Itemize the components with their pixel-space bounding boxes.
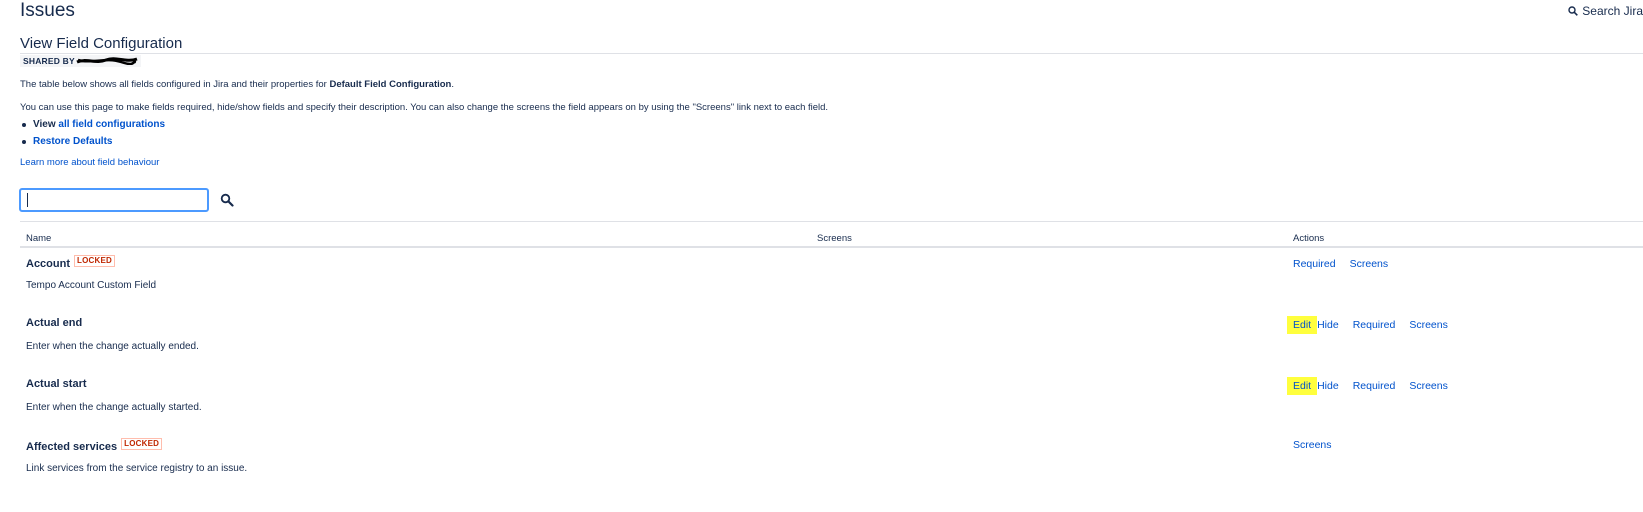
filter-input[interactable] [19,188,209,212]
edit-link[interactable]: Edit [1287,316,1318,334]
text-cursor [27,193,28,207]
edit-link[interactable]: Edit [1287,377,1318,395]
locked-badge: LOCKED [74,255,115,267]
row-actions: Edit Hide Required Screens [1287,316,1462,334]
row-actions: Edit Hide Required Screens [1287,377,1462,395]
screens-link[interactable]: Screens [1350,258,1389,270]
intro-help-text: You can use this page to make fields req… [20,102,829,113]
required-link[interactable]: Required [1353,380,1396,392]
screens-link[interactable]: Screens [1293,439,1332,451]
page-title: Issues [20,0,75,21]
section-title: View Field Configuration [20,35,183,52]
search-jira-label: Search Jira [1582,4,1643,18]
column-header-screens: Screens [817,233,852,244]
field-description: Tempo Account Custom Field [26,280,157,291]
divider [20,53,1643,54]
restore-item: Restore Defaults [20,133,165,150]
header-divider [20,246,1643,248]
redaction-scribble [76,57,138,65]
field-name: Affected services LOCKED [26,438,163,453]
view-all-item: View all field configurations [20,116,165,133]
learn-more-link[interactable]: Learn more about field behaviour [20,157,159,168]
screens-link[interactable]: Screens [1409,319,1448,331]
shared-by-label: SHARED BY [23,56,75,66]
all-field-configurations-link[interactable]: all field configurations [58,119,165,130]
field-name: Account LOCKED [26,255,115,270]
field-name: Actual start [26,378,87,390]
locked-badge: LOCKED [121,438,163,450]
shared-by-badge: SHARED BY [20,55,141,67]
restore-defaults-link[interactable]: Restore Defaults [33,136,112,147]
hide-link[interactable]: Hide [1317,319,1339,331]
row-actions: Required Screens [1293,258,1402,270]
search-jira-link[interactable]: Search Jira [1568,4,1643,18]
row-actions: Screens [1293,439,1346,451]
field-description: Enter when the change actually ended. [26,341,199,352]
column-header-name: Name [26,233,52,244]
search-icon [1568,6,1579,16]
field-description: Link services from the service registry … [26,463,248,474]
field-description: Enter when the change actually started. [26,402,202,413]
screens-link[interactable]: Screens [1409,380,1448,392]
required-link[interactable]: Required [1353,319,1396,331]
required-link[interactable]: Required [1293,258,1336,270]
hide-link[interactable]: Hide [1317,380,1339,392]
search-icon[interactable] [220,193,234,207]
intro-text: The table below shows all fields configu… [20,79,455,90]
divider [20,221,1643,222]
config-name: Default Field Configuration [329,79,452,90]
field-name: Actual end [26,317,83,329]
column-header-actions: Actions [1293,233,1325,244]
actions-list: View all field configurations Restore De… [20,116,165,150]
